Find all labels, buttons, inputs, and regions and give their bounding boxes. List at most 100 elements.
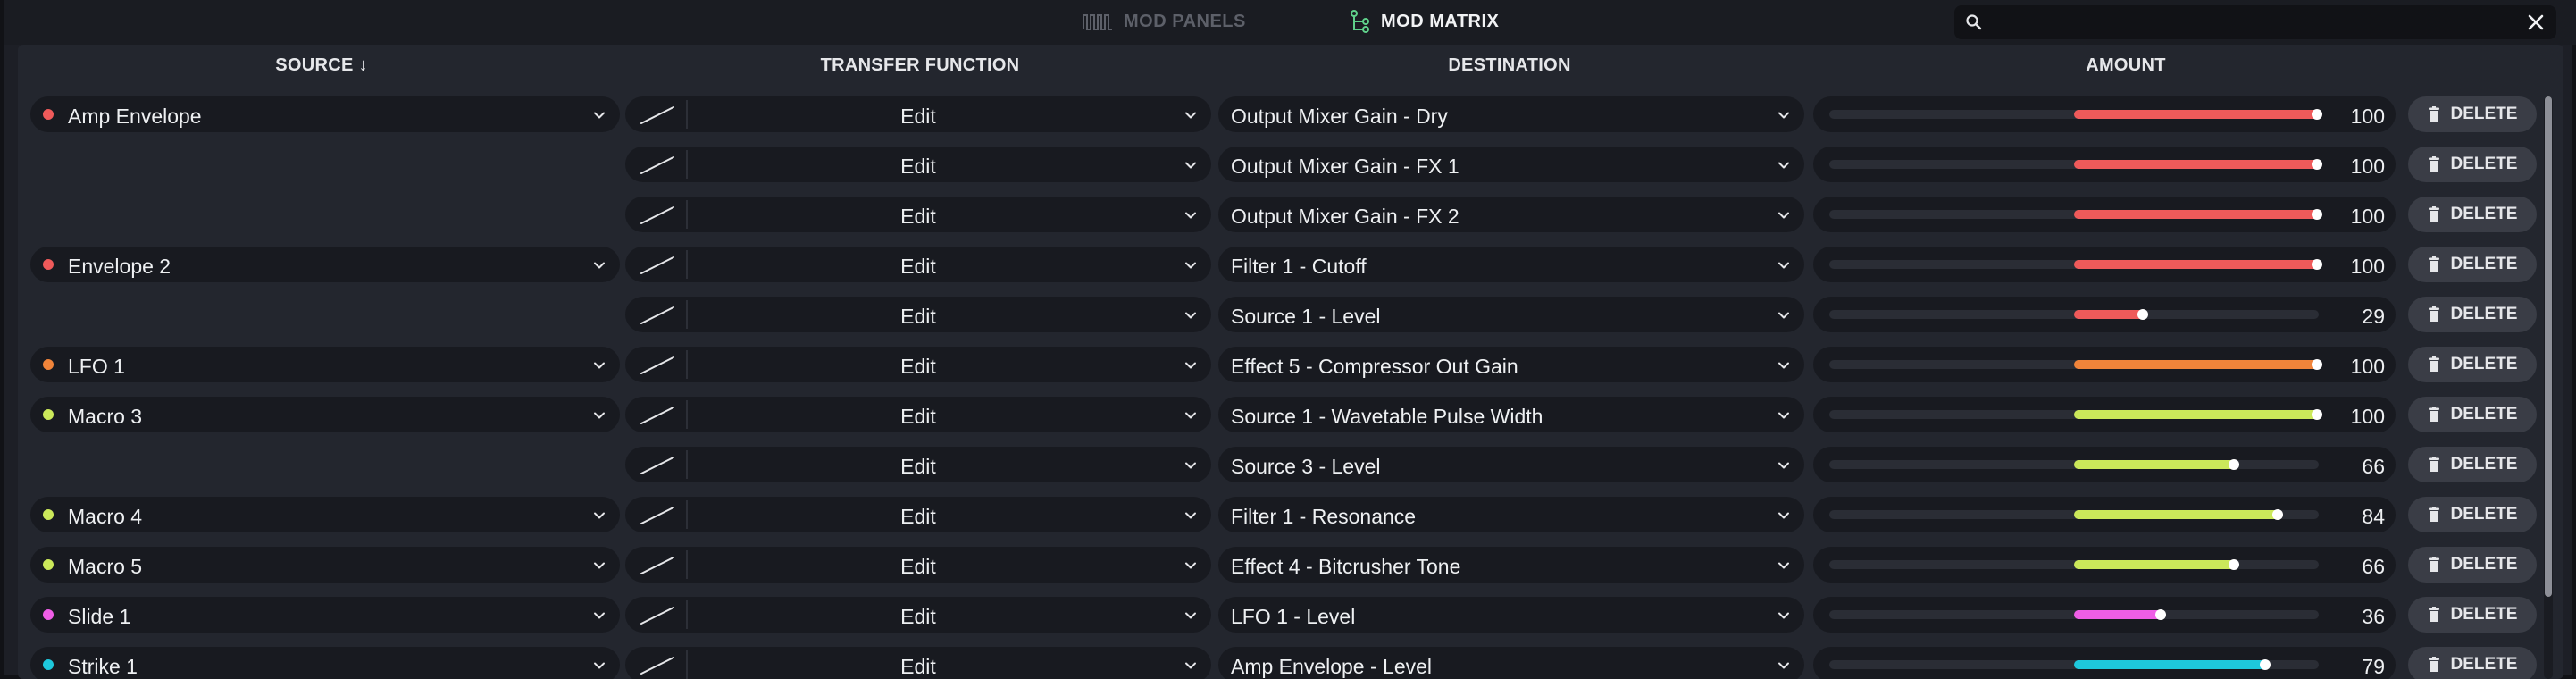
amount-slider[interactable]: 100 (1813, 197, 2396, 232)
amount-slider[interactable]: 100 (1813, 397, 2396, 432)
amount-knob[interactable] (2312, 209, 2322, 220)
destination-select[interactable]: Filter 1 - Cutoff (1218, 247, 1804, 282)
destination-select[interactable]: Source 3 - Level (1218, 447, 1804, 482)
header-source[interactable]: SOURCE ↓ (18, 55, 625, 79)
delete-button[interactable]: DELETE (2408, 197, 2537, 232)
scrollbar-thumb[interactable] (2545, 96, 2552, 597)
amount-knob[interactable] (2155, 609, 2166, 620)
transfer-function-select[interactable]: Edit (625, 147, 1211, 182)
delete-button[interactable]: DELETE (2408, 347, 2537, 382)
amount-knob[interactable] (2312, 409, 2322, 420)
source-select[interactable]: Macro 3 (30, 397, 620, 432)
chevron-down-icon (1185, 412, 1196, 419)
amount-slider[interactable]: 100 (1813, 96, 2396, 132)
search-input[interactable] (1994, 9, 2503, 36)
tab-mod-panels[interactable]: MOD PANELS (1083, 7, 1246, 36)
amount-fill (2074, 360, 2319, 369)
transfer-function-select[interactable]: Edit (625, 247, 1211, 282)
transfer-function-select[interactable]: Edit (625, 497, 1211, 532)
linear-curve-icon (640, 657, 674, 675)
amount-knob[interactable] (2137, 309, 2148, 320)
destination-select[interactable]: LFO 1 - Level (1218, 597, 1804, 633)
amount-slider[interactable]: 66 (1813, 447, 2396, 482)
tab-mod-matrix[interactable]: MOD MATRIX (1351, 7, 1499, 36)
source-select[interactable]: Amp Envelope (30, 96, 620, 132)
transfer-function-select[interactable]: Edit (625, 447, 1211, 482)
source-label: Slide 1 (68, 605, 131, 628)
transfer-function-select[interactable]: Edit (625, 597, 1211, 633)
amount-fill (2074, 460, 2236, 469)
destination-select[interactable]: Effect 4 - Bitcrusher Tone (1218, 547, 1804, 583)
linear-curve-icon (640, 156, 674, 174)
delete-button[interactable]: DELETE (2408, 297, 2537, 332)
header-destination[interactable]: DESTINATION (1215, 55, 1804, 79)
amount-slider[interactable]: 29 (1813, 297, 2396, 332)
amount-slider[interactable]: 84 (1813, 497, 2396, 532)
transfer-edit-label: Edit (900, 155, 936, 178)
delete-button[interactable]: DELETE (2408, 647, 2537, 679)
destination-select[interactable]: Output Mixer Gain - Dry (1218, 96, 1804, 132)
source-label: Amp Envelope (68, 105, 202, 128)
transfer-function-select[interactable]: Edit (625, 347, 1211, 382)
amount-slider[interactable]: 100 (1813, 147, 2396, 182)
destination-select[interactable]: Effect 5 - Compressor Out Gain (1218, 347, 1804, 382)
transfer-function-select[interactable]: Edit (625, 397, 1211, 432)
scrollbar[interactable] (2544, 96, 2553, 679)
chevron-down-icon (1185, 662, 1196, 669)
transfer-function-select[interactable]: Edit (625, 547, 1211, 583)
source-select[interactable]: Slide 1 (30, 597, 620, 633)
delete-button[interactable]: DELETE (2408, 447, 2537, 482)
source-select[interactable]: Macro 4 (30, 497, 620, 532)
amount-knob[interactable] (2312, 109, 2322, 120)
chevron-down-icon (594, 562, 605, 569)
source-color-dot (43, 259, 54, 270)
linear-curve-icon (640, 407, 674, 424)
amount-knob[interactable] (2272, 509, 2283, 520)
close-icon[interactable] (2526, 13, 2546, 32)
transfer-edit-label: Edit (900, 205, 936, 228)
amount-track (1829, 659, 2319, 670)
destination-select[interactable]: Output Mixer Gain - FX 1 (1218, 147, 1804, 182)
table-row: Slide 1 Edit LFO 1 - Level 36 DELETE (18, 590, 2563, 640)
delete-button[interactable]: DELETE (2408, 147, 2537, 182)
destination-select[interactable]: Amp Envelope - Level (1218, 647, 1804, 679)
header-amount[interactable]: AMOUNT (1804, 55, 2447, 79)
amount-knob[interactable] (2312, 359, 2322, 370)
source-select[interactable]: Macro 5 (30, 547, 620, 583)
transfer-function-select[interactable]: Edit (625, 297, 1211, 332)
delete-button[interactable]: DELETE (2408, 547, 2537, 583)
destination-select[interactable]: Source 1 - Wavetable Pulse Width (1218, 397, 1804, 432)
amount-knob[interactable] (2312, 159, 2322, 170)
transfer-function-select[interactable]: Edit (625, 96, 1211, 132)
source-select[interactable]: Envelope 2 (30, 247, 620, 282)
amount-slider[interactable]: 100 (1813, 347, 2396, 382)
delete-label: DELETE (2450, 605, 2518, 624)
amount-track (1829, 409, 2322, 420)
amount-slider[interactable]: 79 (1813, 647, 2396, 679)
chevron-down-icon (1185, 212, 1196, 219)
destination-select[interactable]: Source 1 - Level (1218, 297, 1804, 332)
destination-select[interactable]: Filter 1 - Resonance (1218, 497, 1804, 532)
amount-slider[interactable]: 66 (1813, 547, 2396, 583)
source-select[interactable]: LFO 1 (30, 347, 620, 382)
table-row: Macro 5 Edit Effect 4 - Bitcrusher Tone 66 D… (18, 540, 2563, 590)
amount-slider[interactable]: 36 (1813, 597, 2396, 633)
transfer-function-select[interactable]: Edit (625, 197, 1211, 232)
amount-slider[interactable]: 100 (1813, 247, 2396, 282)
destination-select[interactable]: Output Mixer Gain - FX 2 (1218, 197, 1804, 232)
destination-label: Output Mixer Gain - Dry (1231, 105, 1448, 128)
transfer-function-select[interactable]: Edit (625, 647, 1211, 679)
amount-knob[interactable] (2260, 659, 2271, 670)
source-select[interactable]: Strike 1 (30, 647, 620, 679)
delete-label: DELETE (2450, 555, 2518, 574)
delete-button[interactable]: DELETE (2408, 247, 2537, 282)
amount-knob[interactable] (2312, 259, 2322, 270)
delete-button[interactable]: DELETE (2408, 96, 2537, 132)
amount-knob[interactable] (2229, 459, 2239, 470)
header-transfer-function[interactable]: TRANSFER FUNCTION (625, 55, 1215, 79)
delete-button[interactable]: DELETE (2408, 597, 2537, 633)
delete-button[interactable]: DELETE (2408, 397, 2537, 432)
delete-button[interactable]: DELETE (2408, 497, 2537, 532)
amount-knob[interactable] (2229, 559, 2239, 570)
chevron-down-icon (594, 612, 605, 619)
